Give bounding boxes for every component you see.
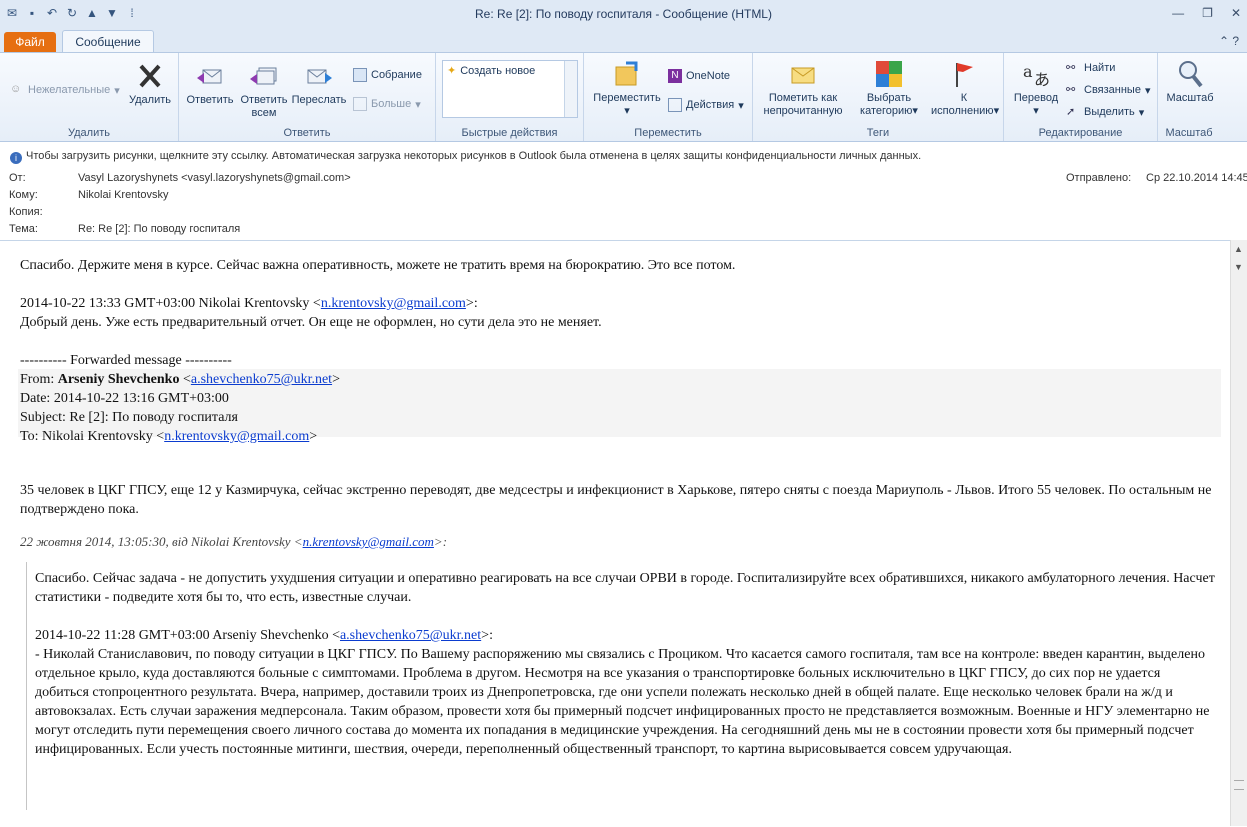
related-icon: ⚯ xyxy=(1066,84,1076,96)
tab-file[interactable]: Файл xyxy=(4,32,56,52)
from-value[interactable]: Vasyl Lazoryshynets <vasyl.lazoryshynets… xyxy=(78,172,351,184)
calendar-icon xyxy=(353,68,367,82)
tab-message[interactable]: Сообщение xyxy=(62,30,154,53)
email-link[interactable]: n.krentovsky@gmail.com xyxy=(164,429,309,444)
reply-all-icon xyxy=(250,67,277,85)
body-paragraph: Спасибо. Держите меня в курсе. Сейчас ва… xyxy=(20,258,736,273)
quoted-paragraph: - Николай Станиславович, по поводу ситуа… xyxy=(35,647,1210,757)
more-icon xyxy=(353,97,367,111)
forward-button[interactable]: Переслать xyxy=(291,61,347,107)
forwarded-separator: ---------- Forwarded message ---------- xyxy=(20,353,232,368)
email-link[interactable]: n.krentovsky@gmail.com xyxy=(303,534,434,549)
scroll-up-icon[interactable]: ▲ xyxy=(1234,244,1243,254)
more-button[interactable]: Больше ▾ xyxy=(353,97,421,111)
ribbon: ☺ Нежелательные ▾ Удалить Удалить Ответит… xyxy=(0,52,1247,142)
onenote-icon: N xyxy=(668,69,682,83)
mark-unread-button[interactable]: Пометить как непрочитанную xyxy=(757,59,849,118)
related-button[interactable]: ⚯ Связанные ▾ xyxy=(1066,83,1151,97)
email-link[interactable]: a.shevchenko75@ukr.net xyxy=(191,372,332,387)
to-value[interactable]: Nikolai Krentovsky xyxy=(78,189,168,201)
editing-group: aあ Перевод ▾ ⚯ Найти ⚯ Связанные ▾ ➚ Выдел… xyxy=(1004,53,1158,141)
window-title: Re: Re [2]: По поводу госпиталя - Сообще… xyxy=(475,7,772,21)
lightning-icon: ✦ xyxy=(447,65,457,77)
flag-icon xyxy=(956,63,973,87)
find-button[interactable]: ⚯ Найти xyxy=(1066,61,1115,75)
quoted-paragraph: Спасибо. Сейчас задача - не допустить ух… xyxy=(35,571,1215,605)
junk-icon: ☺ xyxy=(10,83,22,95)
scroll-down-icon[interactable]: ▼ xyxy=(1234,262,1243,272)
minimize-icon[interactable]: — xyxy=(1172,6,1184,20)
vertical-scrollbar[interactable]: ▲ ▼ xyxy=(1230,240,1247,826)
message-body[interactable]: Спасибо. Держите меня в курсе. Сейчас ва… xyxy=(0,240,1231,827)
images-blocked-infobar[interactable]: i Чтобы загрузить рисунки, щелкните эту с… xyxy=(0,150,1247,166)
categorize-icon xyxy=(876,61,902,87)
select-button[interactable]: ➚ Выделить ▾ xyxy=(1066,105,1144,119)
help-icon[interactable]: ⌃ ? xyxy=(1219,34,1239,48)
reply-header: 2014-10-22 13:33 GMT+03:00 Nikolai Krent… xyxy=(20,296,478,311)
junk-button[interactable]: ☺ Нежелательные ▾ xyxy=(10,83,120,97)
quick-steps-scroll[interactable] xyxy=(564,61,577,117)
follow-up-button[interactable]: К исполнению▾ xyxy=(931,59,999,118)
delete-group: ☺ Нежелательные ▾ Удалить Удалить xyxy=(0,53,179,141)
actions-icon xyxy=(668,98,682,112)
move-icon xyxy=(615,61,638,86)
reply-all-button[interactable]: Ответить всем xyxy=(237,61,291,120)
quoted-reply-header: 2014-10-22 11:28 GMT+03:00 Arseniy Shevc… xyxy=(35,628,493,643)
forward-from: From: Arseniy Shevchenko <a.shevchenko75… xyxy=(20,372,340,387)
reply-button[interactable]: Ответить xyxy=(183,61,237,107)
onenote-button[interactable]: N OneNote xyxy=(668,69,730,83)
cursor-icon: ➚ xyxy=(1066,106,1076,118)
respond-group: Ответить Ответить всем Переслать Собрани… xyxy=(179,53,436,141)
ribbon-tabs: Файл Сообщение ⌃ ? xyxy=(0,28,1247,53)
quick-steps-gallery[interactable]: ✦ Создать новое xyxy=(442,60,578,118)
email-link[interactable]: n.krentovsky@gmail.com xyxy=(321,296,466,311)
magnifier-icon xyxy=(1179,61,1203,88)
forward-subject: Subject: Re [2]: По поводу госпиталя xyxy=(20,410,238,425)
quote-bar xyxy=(26,562,27,810)
translate-icon: aあ xyxy=(1023,62,1050,89)
info-icon: i xyxy=(10,152,22,164)
translate-button[interactable]: aあ Перевод ▾ xyxy=(1008,59,1064,118)
binoculars-icon: ⚯ xyxy=(1066,62,1076,74)
subject-value: Re: Re [2]: По поводу госпиталя xyxy=(78,223,241,235)
zoom-group: Масштаб Масштаб xyxy=(1158,53,1220,141)
sent-date: Ср 22.10.2014 14:45 xyxy=(1146,172,1247,184)
svg-text:あ: あ xyxy=(1034,70,1050,89)
actions-button[interactable]: Действия ▾ xyxy=(668,98,744,112)
email-link[interactable]: a.shevchenko75@ukr.net xyxy=(340,628,481,643)
move-group: Переместить ▾ N OneNote Действия ▾ Перемес… xyxy=(584,53,753,141)
delete-button[interactable]: Удалить xyxy=(128,61,172,107)
forward-to: To: Nikolai Krentovsky <n.krentovsky@gma… xyxy=(20,429,318,444)
title-bar: ✉ ▪ ↶ ↻ ▲ ▼ ⁞ Re: Re [2]: По поводу госп… xyxy=(0,0,1247,29)
sent-row: Отправлено: Ср 22.10.2014 14:45 xyxy=(1066,172,1247,184)
move-button[interactable]: Переместить ▾ xyxy=(588,59,666,118)
delete-icon xyxy=(139,64,161,88)
close-icon[interactable]: ✕ xyxy=(1231,6,1241,20)
forward-icon xyxy=(307,69,332,84)
svg-text:a: a xyxy=(1023,62,1033,81)
envelope-icon xyxy=(791,67,815,84)
restore-icon[interactable]: ❐ xyxy=(1202,6,1213,20)
body-paragraph: Добрый день. Уже есть предварительный от… xyxy=(20,315,602,330)
quote-intro: 22 жовтня 2014, 13:05:30, від Nikolai Kr… xyxy=(20,534,448,549)
scroll-thumb[interactable] xyxy=(1234,780,1244,790)
forward-date: Date: 2014-10-22 13:16 GMT+03:00 xyxy=(20,391,229,406)
body-paragraph: 35 человек в ЦКГ ГПСУ, еще 12 у Казмирчу… xyxy=(20,483,1212,517)
reply-icon xyxy=(197,69,222,84)
meeting-button[interactable]: Собрание xyxy=(353,68,422,82)
tags-group: Пометить как непрочитанную Выбрать катег… xyxy=(753,53,1004,141)
create-new-quick-step[interactable]: ✦ Создать новое xyxy=(447,64,535,78)
categorize-button[interactable]: Выбрать категорию▾ xyxy=(849,59,929,118)
zoom-button[interactable]: Масштаб xyxy=(1162,59,1218,105)
